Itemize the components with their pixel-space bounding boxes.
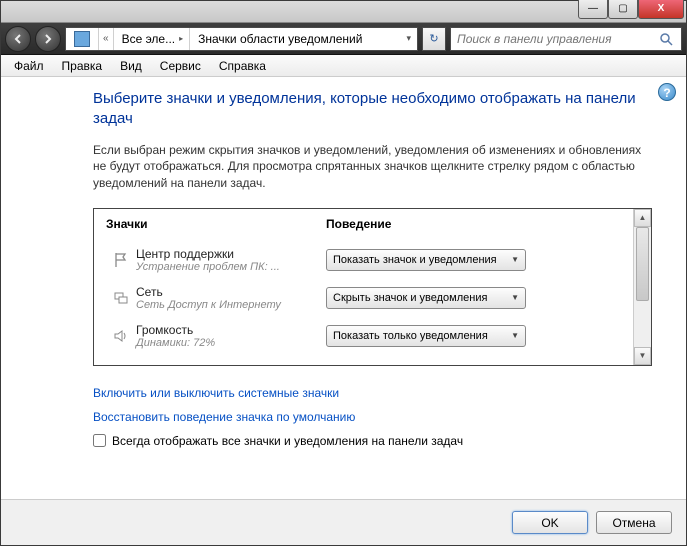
scrollbar[interactable]: ▲ ▼ xyxy=(633,209,651,365)
content-area: ? Выберите значки и уведомления, которые… xyxy=(1,77,686,448)
scroll-down-button[interactable]: ▼ xyxy=(634,347,651,365)
table-header: Значки Поведение xyxy=(106,217,629,231)
breadcrumb-root-icon[interactable] xyxy=(66,28,99,50)
search-box[interactable] xyxy=(450,27,682,51)
row-subtitle: Сеть Доступ к Интернету xyxy=(136,299,326,311)
monitor-icon xyxy=(74,31,90,47)
page-title: Выберите значки и уведомления, которые н… xyxy=(93,89,652,130)
dropdown-value: Показать значок и уведомления xyxy=(333,254,497,266)
window-controls: — ▢ X xyxy=(578,0,684,19)
table-row: Громкость Динамики: 72% Показать только … xyxy=(106,317,629,355)
maximize-button[interactable]: ▢ xyxy=(608,0,638,19)
control-panel-window: — ▢ X « Все эле...▸ Значки области уведо… xyxy=(0,0,687,546)
menu-help[interactable]: Справка xyxy=(210,56,275,76)
dropdown-value: Скрыть значок и уведомления xyxy=(333,292,487,304)
forward-button[interactable] xyxy=(35,26,61,52)
breadcrumb-segment-current[interactable]: Значки области уведомлений xyxy=(190,28,368,50)
link-restore-defaults[interactable]: Восстановить поведение значка по умолчан… xyxy=(93,410,652,424)
menu-bar: Файл Правка Вид Сервис Справка xyxy=(1,55,686,77)
menu-tools[interactable]: Сервис xyxy=(151,56,210,76)
row-subtitle: Устранение проблем ПК: ... xyxy=(136,261,326,273)
column-header-icons: Значки xyxy=(106,217,326,231)
chevron-right-icon: ▸ xyxy=(179,34,183,43)
breadcrumb[interactable]: « Все эле...▸ Значки области уведомлений… xyxy=(65,27,418,51)
breadcrumb-label: Значки области уведомлений xyxy=(198,32,362,46)
refresh-button[interactable]: ↻ xyxy=(422,27,446,51)
ok-button[interactable]: OK xyxy=(512,511,588,534)
icons-table: Значки Поведение Центр поддержки Устране… xyxy=(94,209,633,365)
column-header-behavior: Поведение xyxy=(326,217,391,231)
row-title: Центр поддержки xyxy=(136,247,326,261)
checkbox-label: Всегда отображать все значки и уведомлен… xyxy=(112,434,463,448)
table-row: Сеть Сеть Доступ к Интернету Скрыть знач… xyxy=(106,279,629,317)
breadcrumb-chevron[interactable]: « xyxy=(99,28,114,50)
dropdown-value: Показать только уведомления xyxy=(333,330,488,342)
search-input[interactable] xyxy=(451,32,659,46)
scroll-up-button[interactable]: ▲ xyxy=(634,209,651,227)
title-bar: — ▢ X xyxy=(1,1,686,23)
flag-icon xyxy=(106,252,136,268)
always-show-checkbox-row[interactable]: Всегда отображать все значки и уведомлен… xyxy=(93,434,652,448)
behavior-dropdown[interactable]: Показать только уведомления xyxy=(326,325,526,347)
search-icon xyxy=(659,32,681,46)
menu-edit[interactable]: Правка xyxy=(53,56,112,76)
table-row: Центр поддержки Устранение проблем ПК: .… xyxy=(106,241,629,279)
help-icon[interactable]: ? xyxy=(658,83,676,101)
row-subtitle: Динамики: 72% xyxy=(136,337,326,349)
back-button[interactable] xyxy=(5,26,31,52)
always-show-checkbox[interactable] xyxy=(93,434,106,447)
navigation-bar: « Все эле...▸ Значки области уведомлений… xyxy=(1,23,686,55)
behavior-dropdown[interactable]: Показать значок и уведомления xyxy=(326,249,526,271)
scroll-thumb[interactable] xyxy=(636,227,649,301)
cancel-button[interactable]: Отмена xyxy=(596,511,672,534)
breadcrumb-label: Все эле... xyxy=(122,32,176,46)
row-title: Сеть xyxy=(136,285,326,299)
link-system-icons[interactable]: Включить или выключить системные значки xyxy=(93,386,652,400)
minimize-button[interactable]: — xyxy=(578,0,608,19)
close-button[interactable]: X xyxy=(638,0,684,19)
volume-icon xyxy=(106,328,136,344)
page-description: Если выбран режим скрытия значков и увед… xyxy=(93,142,652,192)
row-title: Громкость xyxy=(136,323,326,337)
icons-table-frame: Значки Поведение Центр поддержки Устране… xyxy=(93,208,652,366)
behavior-dropdown[interactable]: Скрыть значок и уведомления xyxy=(326,287,526,309)
breadcrumb-dropdown-button[interactable]: ▾ xyxy=(400,33,417,44)
breadcrumb-segment-all[interactable]: Все эле...▸ xyxy=(114,28,191,50)
network-icon xyxy=(106,290,136,306)
dialog-footer: OK Отмена xyxy=(1,499,686,545)
menu-file[interactable]: Файл xyxy=(5,56,53,76)
menu-view[interactable]: Вид xyxy=(111,56,151,76)
